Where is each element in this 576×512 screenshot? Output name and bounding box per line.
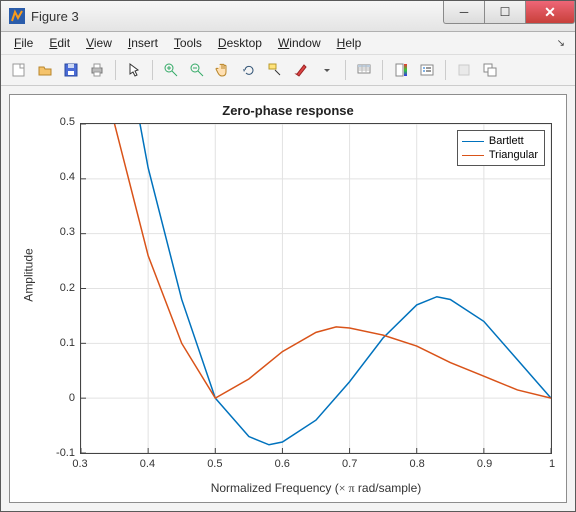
legend-box[interactable]: Bartlett Triangular [457, 130, 545, 166]
x-tick: 1 [540, 458, 564, 470]
legend-swatch-bartlett [462, 141, 484, 142]
colorbar-icon[interactable] [389, 58, 413, 82]
menu-desktop[interactable]: Desktop [211, 34, 269, 52]
toolbar [1, 55, 575, 86]
minimize-button[interactable]: ─ [443, 1, 484, 24]
menu-tools[interactable]: Tools [167, 34, 209, 52]
x-tick: 0.8 [405, 458, 429, 470]
brush-dropdown-icon[interactable] [315, 58, 339, 82]
titlebar: Figure 3 ─ ☐ ✕ [1, 1, 575, 32]
menu-insert[interactable]: Insert [121, 34, 165, 52]
figure-window: Figure 3 ─ ☐ ✕ File Edit View Insert Too… [0, 0, 576, 512]
layout1-icon[interactable] [452, 58, 476, 82]
axes-container: Zero-phase response Amplitude Normalized… [9, 94, 567, 503]
x-axis-label: Normalized Frequency (× π rad/sample) [80, 481, 552, 496]
save-icon[interactable] [59, 58, 83, 82]
y-tick: 0.1 [39, 337, 75, 349]
maximize-button[interactable]: ☐ [484, 1, 525, 24]
legend-icon[interactable] [415, 58, 439, 82]
legend-swatch-triangular [462, 155, 484, 156]
menu-edit[interactable]: Edit [42, 34, 77, 52]
y-tick: 0.5 [39, 116, 75, 128]
y-tick: 0.4 [39, 171, 75, 183]
axes[interactable]: Bartlett Triangular [80, 123, 552, 454]
pointer-icon[interactable] [122, 58, 146, 82]
y-tick: 0 [39, 392, 75, 404]
y-tick: -0.1 [39, 447, 75, 459]
y-tick: 0.2 [39, 282, 75, 294]
layout2-icon[interactable] [478, 58, 502, 82]
x-tick: 0.3 [68, 458, 92, 470]
menubar: File Edit View Insert Tools Desktop Wind… [1, 32, 575, 55]
chart-title: Zero-phase response [10, 103, 566, 118]
x-tick: 0.4 [135, 458, 159, 470]
app-icon [9, 8, 25, 24]
brush-icon[interactable] [289, 58, 313, 82]
menu-file[interactable]: File [7, 34, 40, 52]
rotate-icon[interactable] [237, 58, 261, 82]
x-tick: 0.7 [338, 458, 362, 470]
window-title: Figure 3 [31, 9, 443, 24]
data-cursor-icon[interactable] [263, 58, 287, 82]
figure-content: Zero-phase response Amplitude Normalized… [1, 86, 575, 511]
y-tick: 0.3 [39, 226, 75, 238]
zoom-out-icon[interactable] [185, 58, 209, 82]
menu-help[interactable]: Help [330, 34, 369, 52]
window-controls: ─ ☐ ✕ [443, 1, 575, 31]
menu-overflow-icon[interactable]: ↘ [557, 38, 569, 49]
close-button[interactable]: ✕ [525, 1, 575, 24]
plot-svg [81, 124, 551, 453]
new-figure-icon[interactable] [7, 58, 31, 82]
print-icon[interactable] [85, 58, 109, 82]
x-tick: 0.5 [203, 458, 227, 470]
open-icon[interactable] [33, 58, 57, 82]
menu-window[interactable]: Window [271, 34, 328, 52]
legend-entry-triangular: Triangular [462, 148, 538, 162]
x-tick: 0.6 [270, 458, 294, 470]
legend-entry-bartlett: Bartlett [462, 134, 538, 148]
menu-view[interactable]: View [79, 34, 119, 52]
y-axis-label: Amplitude [20, 95, 38, 454]
x-tick: 0.9 [473, 458, 497, 470]
zoom-in-icon[interactable] [159, 58, 183, 82]
pan-icon[interactable] [211, 58, 235, 82]
link-icon[interactable] [352, 58, 376, 82]
